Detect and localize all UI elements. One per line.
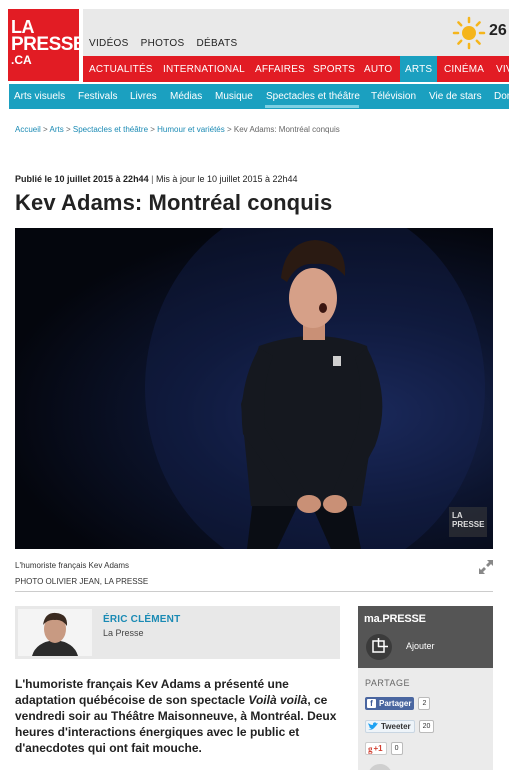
weather-widget[interactable]: 26 bbox=[448, 14, 509, 52]
share-box: PARTAGE f Partager 2 Tweeter 20 g +1 0 bbox=[358, 668, 493, 770]
breadcrumb-humour[interactable]: Humour et variétés bbox=[157, 125, 225, 134]
breadcrumb-current: Kev Adams: Montréal conquis bbox=[233, 125, 340, 134]
performer-illustration bbox=[145, 228, 485, 549]
published-date: Publié le 10 juillet 2015 à 22h44 bbox=[15, 174, 149, 184]
la-presse-logo[interactable]: LA PRESSE .CA bbox=[8, 9, 86, 81]
article-lede: L'humoriste français Kev Adams a présent… bbox=[15, 676, 341, 756]
add-label[interactable]: Ajouter bbox=[406, 641, 435, 651]
subnav-medias[interactable]: Médias bbox=[170, 84, 202, 109]
subnav-livres[interactable]: Livres bbox=[130, 84, 157, 109]
logo-line-3: .CA bbox=[11, 53, 32, 67]
author-avatar[interactable] bbox=[18, 609, 92, 656]
temperature: 26 bbox=[489, 22, 507, 39]
googleplus-share: g +1 0 bbox=[365, 742, 403, 755]
nav-cinema[interactable]: CINÉMA bbox=[444, 56, 484, 82]
author-box: ÉRIC CLÉMENT La Presse bbox=[15, 606, 340, 659]
media-nav: VIDÉOS PHOTOS DÉBATS bbox=[89, 38, 238, 49]
logo-line-1: LA bbox=[11, 17, 35, 37]
breadcrumb-spectacles[interactable]: Spectacles et théâtre bbox=[73, 125, 148, 134]
breadcrumb-accueil[interactable]: Accueil bbox=[15, 125, 41, 134]
article-title: Kev Adams: Montréal conquis bbox=[15, 190, 333, 215]
facebook-share-button[interactable]: f Partager bbox=[365, 697, 415, 710]
googleplus-share-button[interactable]: g +1 bbox=[365, 742, 387, 755]
logo-line-2: PRESSE bbox=[11, 34, 86, 55]
article-photo[interactable]: LA PRESSE bbox=[15, 228, 493, 549]
subnav-television[interactable]: Télévision bbox=[371, 84, 416, 109]
subnav-vie-de-stars[interactable]: Vie de stars bbox=[429, 84, 482, 109]
ma-presse-box: ma.PRESSE Ajouter bbox=[358, 606, 493, 668]
add-icon bbox=[372, 638, 388, 653]
facebook-share-count: 2 bbox=[418, 697, 431, 710]
twitter-share-label: Tweeter bbox=[381, 722, 411, 731]
facebook-icon: f bbox=[367, 699, 376, 708]
nav-actualites[interactable]: ACTUALITÉS bbox=[89, 56, 153, 82]
share-title: PARTAGE bbox=[365, 678, 411, 688]
expand-icon[interactable] bbox=[478, 559, 494, 575]
subnav-musique[interactable]: Musique bbox=[215, 84, 253, 109]
subnav-arts-visuels[interactable]: Arts visuels bbox=[14, 84, 65, 109]
nav-debats[interactable]: DÉBATS bbox=[196, 38, 237, 49]
sun-icon bbox=[452, 16, 486, 50]
googleplus-share-count: 0 bbox=[390, 742, 403, 755]
lede-show-title: Voilà voilà bbox=[248, 693, 308, 707]
caption-divider bbox=[15, 591, 493, 592]
active-subnav-indicator bbox=[265, 105, 359, 108]
ma-presse-brand: ma.PRESSE bbox=[364, 613, 426, 625]
updated-date: Mis à jour le 10 juillet 2015 à 22h44 bbox=[155, 174, 298, 184]
add-button[interactable] bbox=[366, 634, 392, 660]
subnav-dor[interactable]: Dor bbox=[494, 84, 509, 109]
nav-photos[interactable]: PHOTOS bbox=[141, 38, 185, 49]
photo-caption: L'humoriste français Kev Adams bbox=[15, 561, 130, 570]
twitter-share-count: 20 bbox=[418, 720, 435, 733]
nav-international[interactable]: INTERNATIONAL bbox=[163, 56, 245, 82]
twitter-share: Tweeter 20 bbox=[365, 720, 435, 733]
author-name[interactable]: ÉRIC CLÉMENT bbox=[103, 614, 180, 625]
author-organization: La Presse bbox=[103, 628, 144, 638]
photo-credit: PHOTO OLIVIER JEAN, LA PRESSE bbox=[15, 577, 149, 586]
nav-arts[interactable]: ARTS bbox=[400, 56, 438, 82]
facebook-share: f Partager 2 bbox=[365, 697, 431, 710]
nav-videos[interactable]: VIDÉOS bbox=[89, 38, 129, 49]
breadcrumb-separator: > bbox=[226, 125, 234, 134]
googleplus-icon: g bbox=[368, 743, 373, 754]
breadcrumb: Accueil > Arts > Spectacles et théâtre >… bbox=[15, 125, 340, 134]
googleplus-share-label: +1 bbox=[373, 744, 383, 753]
twitter-share-button[interactable]: Tweeter bbox=[365, 720, 415, 733]
main-nav: ACTUALITÉS INTERNATIONAL AFFAIRES SPORTS… bbox=[83, 56, 509, 82]
twitter-icon bbox=[368, 722, 378, 730]
publication-date: Publié le 10 juillet 2015 à 22h44 | Mis … bbox=[15, 174, 298, 184]
nav-auto[interactable]: AUTO bbox=[364, 56, 392, 82]
more-share-button[interactable] bbox=[368, 764, 392, 770]
nav-viv[interactable]: VIV bbox=[496, 56, 509, 82]
breadcrumb-arts[interactable]: Arts bbox=[49, 125, 63, 134]
nav-sports[interactable]: SPORTS bbox=[313, 56, 355, 82]
nav-affaires[interactable]: AFFAIRES bbox=[255, 56, 305, 82]
breadcrumb-separator: > bbox=[65, 125, 73, 134]
subnav-festivals[interactable]: Festivals bbox=[78, 84, 117, 109]
la-presse-watermark: LA PRESSE bbox=[449, 507, 487, 537]
facebook-share-label: Partager bbox=[379, 699, 412, 708]
author-portrait bbox=[18, 609, 92, 656]
sub-nav: Arts visuels Festivals Livres Médias Mus… bbox=[9, 84, 509, 109]
